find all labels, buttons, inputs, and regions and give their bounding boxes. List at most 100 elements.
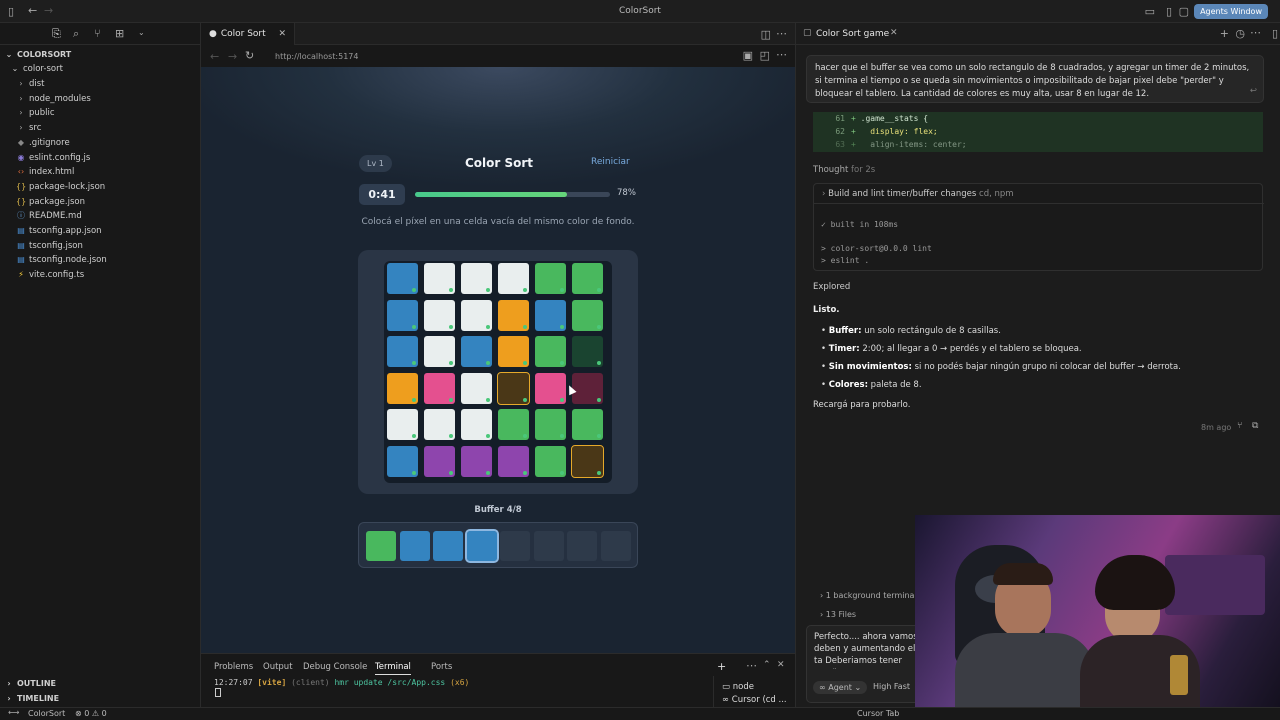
chat-icon[interactable]: ▢ (1179, 6, 1189, 17)
more-icon[interactable]: ⋯ (776, 28, 787, 39)
tree-item-tsconfig-json[interactable]: ▤ tsconfig.json (16, 239, 83, 253)
terminal-item-node[interactable]: ▭ node (722, 682, 754, 692)
url-field[interactable]: http://localhost:5174 (275, 52, 358, 61)
board-cell[interactable] (498, 299, 529, 331)
new-terminal-icon[interactable]: + (717, 661, 726, 672)
back-arrow-icon[interactable]: ← (210, 51, 219, 62)
board-cell[interactable] (387, 299, 418, 331)
folder-color-sort[interactable]: ⌄ color-sort (10, 62, 63, 76)
board-cell[interactable] (498, 445, 529, 477)
devtools-icon[interactable]: ◰ (760, 50, 770, 61)
chat-title[interactable]: Color Sort game (816, 29, 889, 39)
board-cell[interactable] (387, 263, 418, 294)
more-icon[interactable]: ⋯ (746, 660, 757, 671)
thought-indicator[interactable]: Thought for 2s (813, 165, 875, 175)
cursor-tab-status[interactable]: Cursor Tab (857, 709, 899, 718)
buffer-slot[interactable] (567, 531, 597, 561)
close-icon[interactable]: ✕ (777, 661, 785, 670)
extensions-icon[interactable]: ⊞ (115, 28, 124, 39)
buffer-slot[interactable] (464, 529, 499, 563)
board-cell[interactable] (424, 299, 455, 331)
forward-arrow-icon[interactable]: → (228, 51, 237, 62)
buffer-slot[interactable] (533, 531, 564, 561)
maximize-panel-icon[interactable]: ⌃ (763, 661, 771, 670)
panel-tab-problems[interactable]: Problems (214, 662, 253, 672)
user-message[interactable]: hacer que el buffer se vea como un solo … (806, 55, 1264, 103)
tree-item--gitignore[interactable]: ◆ .gitignore (16, 136, 70, 150)
board-cell[interactable] (497, 371, 530, 405)
tree-item-package-lock-json[interactable]: {} package-lock.json (16, 180, 105, 194)
board-cell[interactable] (535, 336, 566, 367)
tree-item-dist[interactable]: › dist (16, 77, 44, 91)
board-cell[interactable] (461, 409, 492, 440)
files-icon[interactable]: ⎘ (52, 28, 61, 39)
board-cell[interactable] (498, 409, 529, 440)
reload-icon[interactable]: ↻ (245, 50, 254, 61)
board-cell[interactable] (461, 263, 492, 294)
split-editor-icon[interactable]: ◫ (761, 29, 771, 40)
board-cell[interactable] (387, 445, 418, 477)
copy-icon[interactable]: ⧉ (1252, 422, 1258, 431)
board-cell[interactable] (461, 336, 492, 367)
board-cell[interactable] (461, 372, 492, 404)
tree-item-eslint-config-js[interactable]: ◉ eslint.config.js (16, 151, 91, 165)
project-name[interactable]: ColorSort (28, 709, 65, 718)
board-cell[interactable] (572, 409, 603, 440)
buffer-slot[interactable] (366, 531, 396, 561)
board-cell[interactable] (424, 409, 455, 440)
tree-item-public[interactable]: › public (16, 106, 54, 120)
board-cell[interactable] (424, 372, 455, 404)
chat-composer[interactable]: Perfecto.... ahora vamos deben y aumenta… (806, 625, 926, 703)
tab-color-sort[interactable]: ● Color Sort ✕ (201, 23, 296, 45)
tree-item-vite-config-ts[interactable]: ⚡ vite.config.ts (16, 268, 84, 282)
board-cell[interactable] (535, 445, 566, 477)
close-icon[interactable]: ✕ (279, 29, 287, 39)
buffer-slot[interactable] (399, 531, 430, 561)
explored-label[interactable]: Explored (813, 282, 850, 292)
tree-item-index-html[interactable]: ‹› index.html (16, 165, 75, 179)
buffer-slot[interactable] (433, 531, 463, 561)
board-cell[interactable] (461, 299, 492, 331)
board-cell[interactable] (424, 445, 455, 477)
board-cell[interactable] (387, 409, 418, 440)
board-cell[interactable] (535, 299, 566, 331)
board-cell[interactable] (461, 445, 492, 477)
chevron-down-icon[interactable]: ⌄ (138, 29, 145, 37)
board-cell[interactable] (535, 263, 566, 294)
board-cell[interactable] (424, 263, 455, 294)
restart-button[interactable]: Reiniciar (591, 157, 630, 167)
agent-mode-selector[interactable]: ∞ Agent ⌄ (813, 681, 868, 694)
buffer-slot[interactable] (500, 531, 530, 561)
screenshot-icon[interactable]: ▣ (743, 50, 753, 61)
files-changed-item[interactable]: › 13 Files (820, 610, 856, 619)
board-cell[interactable] (572, 336, 603, 367)
more-icon[interactable]: ⋯ (1250, 27, 1261, 38)
board-cell[interactable] (498, 336, 529, 367)
board-cell[interactable] (535, 409, 566, 440)
board-cell[interactable] (387, 372, 418, 404)
board-cell[interactable] (572, 299, 603, 331)
board-cell[interactable] (498, 263, 529, 294)
source-control-icon[interactable]: ⑂ (94, 28, 101, 39)
panel-icon[interactable]: ▯ (1166, 6, 1172, 17)
search-icon[interactable]: ⌕ (73, 28, 79, 39)
board-cell[interactable] (535, 372, 566, 404)
remote-icon[interactable]: ⟷ (8, 709, 19, 717)
panel-tab-debug-console[interactable]: Debug Console (303, 662, 367, 672)
board-cell[interactable] (571, 444, 604, 478)
build-header[interactable]: › Build and lint timer/buffer changes cd… (814, 184, 1264, 204)
revert-icon[interactable]: ↩ (1250, 85, 1257, 98)
tree-item-readme-md[interactable]: ⓘ README.md (16, 209, 82, 223)
tree-item-tsconfig-node-json[interactable]: ▤ tsconfig.node.json (16, 253, 107, 267)
tree-item-tsconfig-app-json[interactable]: ▤ tsconfig.app.json (16, 224, 101, 238)
layout-icon[interactable]: ▭ (1145, 6, 1155, 17)
model-selector[interactable]: High Fast (873, 681, 910, 693)
board-cell[interactable] (387, 336, 418, 367)
timeline-section[interactable]: › TIMELINE (4, 692, 59, 706)
background-terminal-item[interactable]: › 1 background terminal (820, 591, 917, 600)
tree-item-src[interactable]: › src (16, 121, 41, 135)
problems-indicator[interactable]: ⊗ 0 ⚠ 0 (75, 709, 107, 718)
new-chat-icon[interactable]: + (1220, 28, 1229, 39)
board-cell[interactable] (572, 372, 603, 404)
history-icon[interactable]: ◷ (1235, 28, 1245, 39)
